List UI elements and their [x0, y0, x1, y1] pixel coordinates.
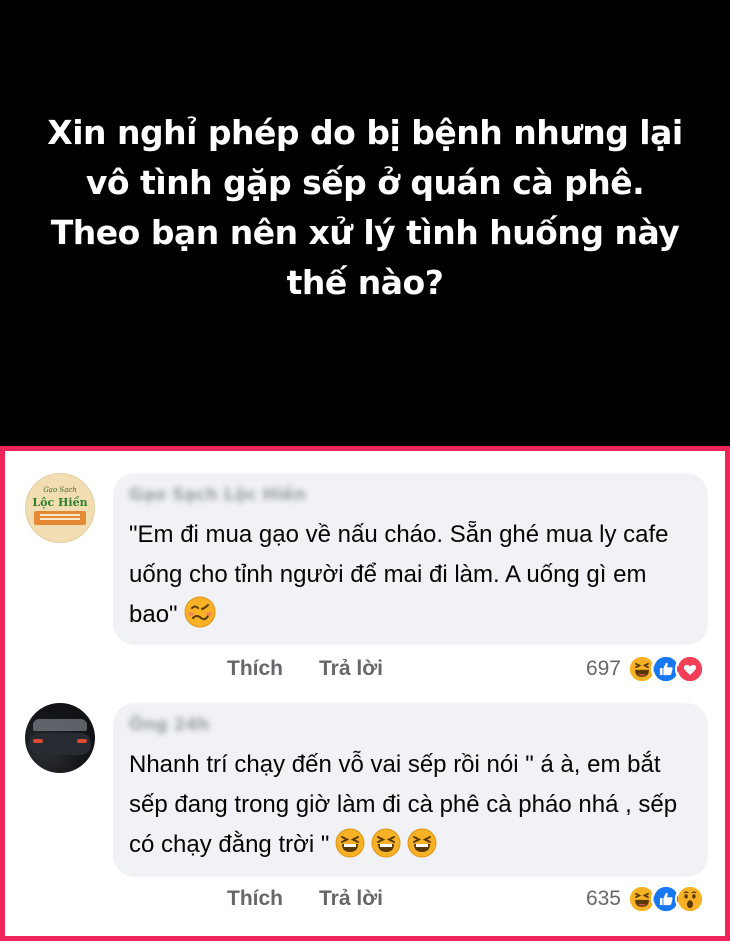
- avatar-logo-small-text: Gạo Sạch: [43, 486, 77, 494]
- woozy-face-icon: [184, 596, 216, 641]
- comment-author[interactable]: Gạo Sạch Lộc Hiền: [129, 485, 306, 505]
- reaction-summary[interactable]: 697: [586, 654, 705, 684]
- avatar-car-roof: [33, 719, 87, 731]
- reply-link[interactable]: Trả lời: [319, 657, 383, 681]
- reaction-count: 635: [585, 887, 621, 910]
- comment-text-block: "Em đi mua gạo về nấu cháo. Sẵn ghé mua …: [129, 515, 692, 641]
- banner-title: Xin nghỉ phép do bị bệnh nhưng lại vô tì…: [47, 113, 683, 302]
- banner: Xin nghỉ phép do bị bệnh nhưng lại vô tì…: [0, 0, 730, 446]
- like-link[interactable]: Thích: [227, 887, 283, 911]
- laughing-face-icon: [407, 828, 437, 871]
- avatar[interactable]: Gạo Sạch Lộc Hiền: [25, 473, 95, 543]
- laughing-face-icon: [371, 828, 401, 871]
- avatar-car-light: [33, 739, 43, 743]
- avatar-car-light: [77, 739, 87, 743]
- avatar-logo-lines: [40, 514, 80, 516]
- reply-link[interactable]: Trả lời: [319, 887, 383, 911]
- comment-text: Nhanh trí chạy đến vỗ vai sếp rồi nói " …: [129, 751, 678, 858]
- avatar-car-body: [29, 733, 91, 755]
- like-link[interactable]: Thích: [227, 657, 283, 681]
- avatar-logo-brand-text: Lộc Hiền: [32, 496, 88, 509]
- reaction-count: 697: [585, 657, 621, 680]
- comment-author[interactable]: Ông 24h: [129, 715, 209, 735]
- comment-bubble: Gạo Sạch Lộc Hiền "Em đi mua gạo về nấu …: [113, 473, 708, 645]
- reaction-summary[interactable]: 635: [586, 884, 705, 914]
- laughing-face-icon: [335, 828, 365, 871]
- avatar[interactable]: [25, 703, 95, 773]
- love-icon: [675, 654, 705, 684]
- wow-icon: [675, 884, 705, 914]
- comments-panel: Gạo Sạch Lộc Hiền Gạo Sạch Lộc Hiền "Em …: [0, 446, 730, 941]
- comment-bubble: Ông 24h Nhanh trí chạy đến vỗ vai sếp rồ…: [113, 703, 708, 877]
- comment-text-block: Nhanh trí chạy đến vỗ vai sếp rồi nói " …: [129, 745, 692, 871]
